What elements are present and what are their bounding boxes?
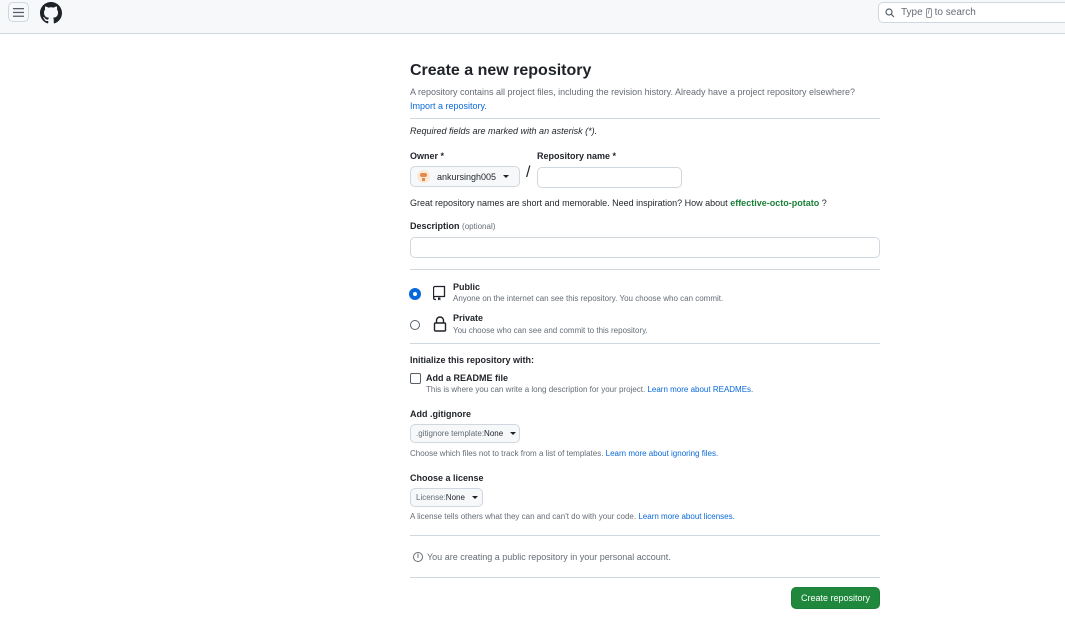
private-description: You choose who can see and commit to thi… — [453, 326, 648, 335]
chevron-down-icon — [471, 496, 478, 499]
divider — [410, 577, 880, 578]
readme-description: This is where you can write a long descr… — [426, 385, 646, 394]
optional-tag: (optional) — [462, 222, 496, 231]
gitignore-select-prefix: .gitignore template: — [416, 429, 485, 438]
license-note-text: A license tells others what they can and… — [410, 512, 637, 521]
search-input[interactable]: Type / to search — [878, 2, 1065, 23]
divider — [410, 535, 880, 536]
license-select[interactable]: License: None — [410, 488, 483, 507]
repo-icon — [433, 285, 446, 301]
gitignore-note: Choose which files not to track from a l… — [410, 449, 718, 458]
learn-more-readmes-link[interactable]: Learn more about READMEs. — [647, 385, 753, 394]
info-message-text: You are creating a public repository in … — [427, 552, 671, 562]
import-repository-link[interactable]: Import a repository. — [410, 101, 487, 111]
license-note: A license tells others what they can and… — [410, 512, 735, 521]
info-message: i You are creating a public repository i… — [413, 552, 671, 562]
hamburger-menu-button[interactable] — [8, 2, 29, 22]
search-suffix: to search — [934, 7, 976, 18]
gitignore-template-select[interactable]: .gitignore template: None — [410, 424, 520, 443]
owner-value: ankursingh005 — [437, 171, 497, 182]
learn-more-licenses-link[interactable]: Learn more about licenses. — [638, 512, 735, 521]
divider — [410, 343, 880, 344]
required-fields-note: Required fields are marked with an aster… — [410, 126, 598, 136]
license-select-prefix: License: — [416, 493, 446, 502]
owner-label: Owner * — [410, 151, 445, 161]
avatar — [417, 170, 430, 183]
name-suggestion-link[interactable]: effective-octo-potato — [730, 198, 819, 208]
search-shortcut-key: / — [925, 7, 932, 18]
learn-more-ignoring-link[interactable]: Learn more about ignoring files. — [606, 449, 719, 458]
public-title: Public — [453, 282, 481, 292]
github-logo-icon[interactable] — [40, 2, 62, 24]
divider — [410, 118, 880, 119]
description-label: Description (optional) — [410, 221, 495, 231]
lock-icon — [433, 316, 447, 332]
owner-repo-separator: / — [526, 164, 531, 181]
repository-name-label: Repository name * — [537, 151, 617, 161]
public-radio[interactable] — [410, 289, 420, 299]
hamburger-icon — [13, 7, 24, 17]
public-description: Anyone on the internet can see this repo… — [453, 294, 724, 303]
hint-text: Great repository names are short and mem… — [410, 198, 728, 208]
license-heading: Choose a license — [410, 473, 484, 483]
add-readme-checkbox[interactable] — [410, 373, 421, 384]
private-radio[interactable] — [410, 320, 420, 330]
license-select-value: None — [445, 493, 465, 502]
repo-name-hint: Great repository names are short and mem… — [410, 198, 827, 208]
repository-name-input[interactable] — [537, 167, 682, 188]
description-input[interactable] — [410, 237, 880, 258]
add-readme-label[interactable]: Add a README file — [426, 373, 508, 383]
divider — [410, 269, 880, 270]
private-title: Private — [453, 313, 484, 323]
owner-select[interactable]: ankursingh005 — [410, 166, 520, 187]
gitignore-select-value: None — [484, 429, 504, 438]
page-title: Create a new repository — [410, 62, 592, 79]
readme-note: This is where you can write a long descr… — [426, 385, 753, 394]
page-subtitle: A repository contains all project files,… — [410, 85, 880, 113]
hint-suffix: ? — [821, 198, 827, 208]
info-icon: i — [413, 552, 423, 562]
gitignore-note-text: Choose which files not to track from a l… — [410, 449, 604, 458]
top-header: Type / to search — [0, 0, 1065, 34]
initialize-heading: Initialize this repository with: — [410, 355, 535, 365]
chevron-down-icon — [510, 432, 517, 435]
gitignore-heading: Add .gitignore — [410, 409, 471, 419]
search-prefix: Type — [901, 7, 923, 18]
search-icon — [885, 7, 895, 17]
description-label-text: Description — [410, 221, 460, 231]
create-repository-button[interactable]: Create repository — [791, 587, 880, 609]
subtitle-text: A repository contains all project files,… — [410, 87, 856, 97]
chevron-down-icon — [503, 175, 510, 178]
